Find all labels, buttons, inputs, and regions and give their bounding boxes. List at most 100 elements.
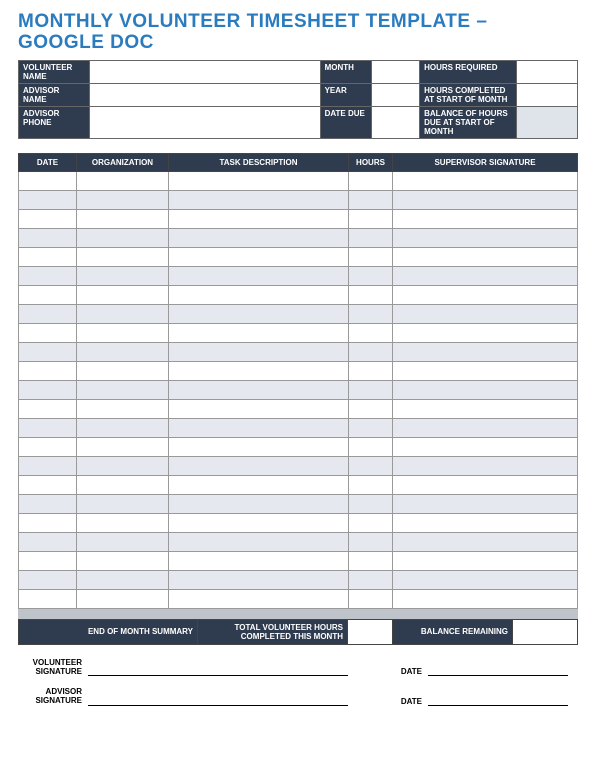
cell-hrs[interactable]: [349, 228, 393, 247]
cell-task[interactable]: [169, 285, 349, 304]
cell-hrs[interactable]: [349, 437, 393, 456]
cell-task[interactable]: [169, 437, 349, 456]
cell-org[interactable]: [77, 551, 169, 570]
cell-sig[interactable]: [393, 494, 578, 513]
cell-org[interactable]: [77, 285, 169, 304]
volunteer-signature-line[interactable]: [88, 664, 348, 676]
cell-task[interactable]: [169, 304, 349, 323]
cell-sig[interactable]: [393, 228, 578, 247]
cell-task[interactable]: [169, 551, 349, 570]
cell-date[interactable]: [19, 456, 77, 475]
cell-hrs[interactable]: [349, 513, 393, 532]
cell-date[interactable]: [19, 570, 77, 589]
cell-org[interactable]: [77, 513, 169, 532]
date-due-input[interactable]: [371, 106, 420, 138]
cell-sig[interactable]: [393, 266, 578, 285]
cell-sig[interactable]: [393, 437, 578, 456]
cell-date[interactable]: [19, 323, 77, 342]
cell-date[interactable]: [19, 532, 77, 551]
cell-task[interactable]: [169, 380, 349, 399]
advisor-signature-line[interactable]: [88, 694, 348, 706]
cell-sig[interactable]: [393, 456, 578, 475]
cell-task[interactable]: [169, 323, 349, 342]
cell-task[interactable]: [169, 570, 349, 589]
cell-org[interactable]: [77, 190, 169, 209]
cell-sig[interactable]: [393, 513, 578, 532]
cell-sig[interactable]: [393, 589, 578, 608]
cell-sig[interactable]: [393, 532, 578, 551]
cell-sig[interactable]: [393, 380, 578, 399]
cell-hrs[interactable]: [349, 494, 393, 513]
cell-org[interactable]: [77, 475, 169, 494]
cell-sig[interactable]: [393, 247, 578, 266]
cell-sig[interactable]: [393, 285, 578, 304]
cell-date[interactable]: [19, 171, 77, 190]
cell-date[interactable]: [19, 494, 77, 513]
cell-task[interactable]: [169, 228, 349, 247]
cell-org[interactable]: [77, 266, 169, 285]
cell-task[interactable]: [169, 494, 349, 513]
cell-task[interactable]: [169, 399, 349, 418]
cell-task[interactable]: [169, 532, 349, 551]
cell-date[interactable]: [19, 437, 77, 456]
cell-sig[interactable]: [393, 323, 578, 342]
cell-sig[interactable]: [393, 475, 578, 494]
cell-task[interactable]: [169, 513, 349, 532]
hours-completed-input[interactable]: [517, 83, 578, 106]
cell-org[interactable]: [77, 380, 169, 399]
cell-hrs[interactable]: [349, 323, 393, 342]
cell-date[interactable]: [19, 399, 77, 418]
cell-task[interactable]: [169, 418, 349, 437]
cell-org[interactable]: [77, 228, 169, 247]
cell-task[interactable]: [169, 342, 349, 361]
cell-hrs[interactable]: [349, 361, 393, 380]
cell-org[interactable]: [77, 323, 169, 342]
cell-org[interactable]: [77, 247, 169, 266]
year-input[interactable]: [371, 83, 420, 106]
cell-sig[interactable]: [393, 190, 578, 209]
cell-sig[interactable]: [393, 418, 578, 437]
cell-sig[interactable]: [393, 399, 578, 418]
advisor-name-input[interactable]: [89, 83, 320, 106]
cell-sig[interactable]: [393, 171, 578, 190]
cell-hrs[interactable]: [349, 551, 393, 570]
cell-task[interactable]: [169, 247, 349, 266]
cell-hrs[interactable]: [349, 456, 393, 475]
cell-hrs[interactable]: [349, 209, 393, 228]
advisor-phone-input[interactable]: [89, 106, 320, 138]
cell-task[interactable]: [169, 190, 349, 209]
cell-date[interactable]: [19, 285, 77, 304]
cell-date[interactable]: [19, 266, 77, 285]
cell-hrs[interactable]: [349, 570, 393, 589]
cell-date[interactable]: [19, 380, 77, 399]
cell-org[interactable]: [77, 494, 169, 513]
cell-date[interactable]: [19, 209, 77, 228]
cell-org[interactable]: [77, 437, 169, 456]
cell-org[interactable]: [77, 589, 169, 608]
cell-org[interactable]: [77, 209, 169, 228]
cell-org[interactable]: [77, 399, 169, 418]
cell-hrs[interactable]: [349, 475, 393, 494]
cell-sig[interactable]: [393, 361, 578, 380]
cell-sig[interactable]: [393, 342, 578, 361]
cell-hrs[interactable]: [349, 247, 393, 266]
cell-date[interactable]: [19, 190, 77, 209]
cell-task[interactable]: [169, 475, 349, 494]
cell-org[interactable]: [77, 418, 169, 437]
cell-hrs[interactable]: [349, 589, 393, 608]
hours-required-input[interactable]: [517, 60, 578, 83]
cell-hrs[interactable]: [349, 266, 393, 285]
advisor-date-line[interactable]: [428, 694, 568, 706]
volunteer-date-line[interactable]: [428, 664, 568, 676]
cell-hrs[interactable]: [349, 532, 393, 551]
cell-date[interactable]: [19, 513, 77, 532]
cell-date[interactable]: [19, 361, 77, 380]
cell-org[interactable]: [77, 532, 169, 551]
cell-hrs[interactable]: [349, 342, 393, 361]
cell-date[interactable]: [19, 342, 77, 361]
cell-sig[interactable]: [393, 304, 578, 323]
cell-hrs[interactable]: [349, 285, 393, 304]
cell-org[interactable]: [77, 570, 169, 589]
month-input[interactable]: [371, 60, 420, 83]
cell-hrs[interactable]: [349, 190, 393, 209]
